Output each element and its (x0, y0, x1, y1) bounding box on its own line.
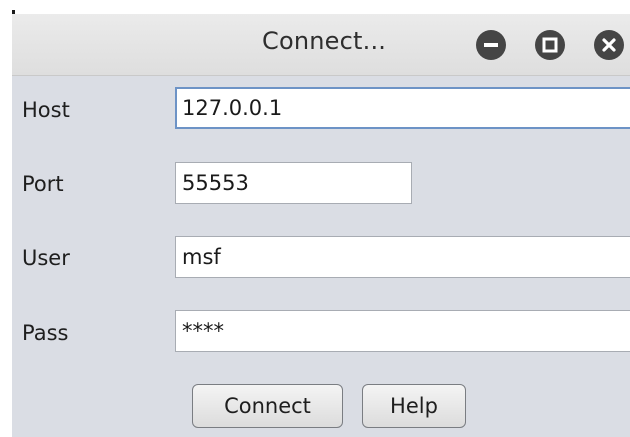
window-title: Connect... (262, 27, 387, 55)
maximize-button[interactable] (535, 30, 565, 60)
port-input[interactable]: 55553 (175, 162, 412, 204)
connection-form: Host 127.0.0.1 Port 55553 User msf Pass … (12, 76, 630, 437)
connect-button[interactable]: Connect (192, 384, 343, 428)
minimize-button[interactable] (476, 30, 506, 60)
minimize-icon (484, 43, 498, 47)
title-bar[interactable]: Connect... (12, 14, 630, 76)
maximize-icon (542, 37, 558, 53)
user-input[interactable]: msf (175, 236, 630, 278)
pass-label: Pass (22, 321, 69, 345)
connect-dialog: Connect... Host 127.0.0.1 Port 55553 Use… (0, 0, 630, 437)
host-input[interactable]: 127.0.0.1 (175, 87, 630, 129)
port-label: Port (22, 172, 64, 196)
close-button[interactable] (594, 30, 624, 60)
host-label: Host (22, 98, 70, 122)
close-icon (602, 38, 616, 52)
help-button[interactable]: Help (362, 384, 466, 428)
user-label: User (22, 246, 70, 270)
password-input[interactable]: **** (175, 310, 630, 352)
